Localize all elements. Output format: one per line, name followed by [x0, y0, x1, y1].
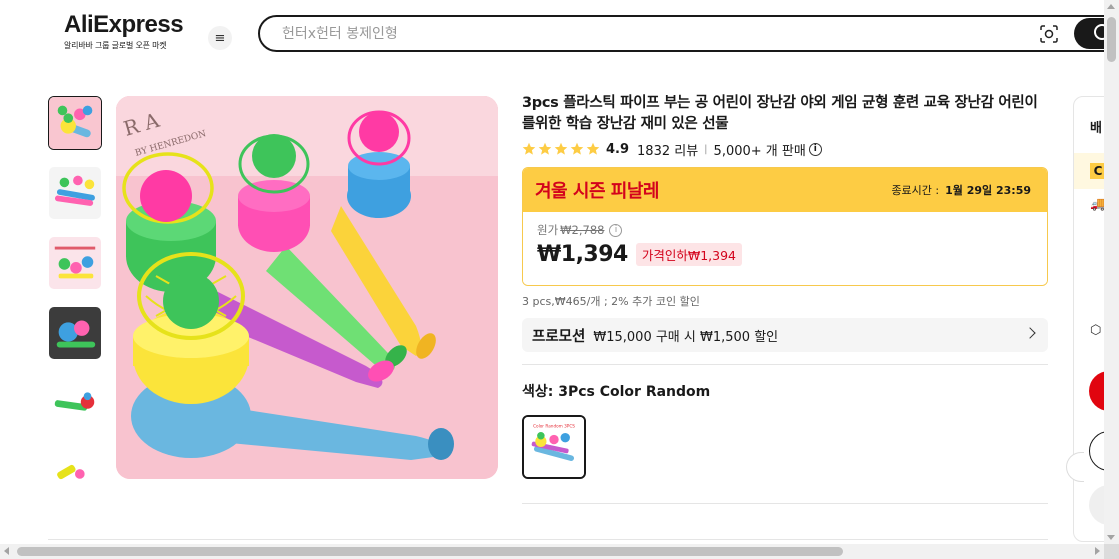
price-box: 겨울 시즌 피날레 종료시간 :1월 29일 23:59 원가 ₩2,788 i… — [522, 167, 1048, 286]
star-icon — [586, 142, 600, 155]
review-count[interactable]: 1832 리뷰 — [637, 140, 698, 159]
scroll-up-icon[interactable] — [1107, 4, 1115, 9]
vertical-scrollbar[interactable] — [1104, 0, 1119, 544]
current-price: ₩1,394 — [537, 242, 628, 267]
star-rating — [522, 142, 600, 156]
price-info-icon[interactable]: i — [609, 223, 623, 237]
thumbnail-4[interactable] — [48, 306, 102, 360]
panel-collapse-handle[interactable] — [1066, 452, 1084, 482]
package-icon: ⬡ — [1090, 323, 1102, 338]
scroll-left-icon[interactable] — [4, 547, 9, 555]
promo-name: 겨울 시즌 피날레 — [535, 181, 659, 202]
logo-subtitle: 알리바바 그룹 글로벌 오픈 마켓 — [64, 41, 167, 50]
color-swatch[interactable]: Color Random 3PCS — [522, 415, 586, 479]
current-price-row: ₩1,394 가격인하₩1,394 — [537, 242, 1033, 267]
promotion-label: 프로모션 — [532, 328, 586, 345]
star-icon — [522, 142, 536, 155]
star-icon — [554, 142, 568, 155]
scrollbar-corner — [1104, 544, 1119, 559]
scroll-down-icon[interactable] — [1107, 535, 1115, 540]
chevron-right-icon — [1024, 327, 1036, 339]
star-icon — [538, 142, 552, 155]
discount-badge: 가격인하₩1,394 — [635, 243, 743, 266]
section-divider — [48, 539, 1048, 540]
header: AliExpress 알리바바 그룹 글로벌 오픈 마켓 ≡ — [0, 0, 1119, 70]
thumbnail-3[interactable] — [48, 236, 102, 290]
thumbnail-1[interactable] — [48, 96, 102, 150]
color-label: 색상: 3Pcs Color Random — [522, 384, 711, 400]
thumbnail-6[interactable] — [48, 446, 102, 480]
rating-row: 4.9 1832 리뷰 | 5,000+ 개 판매 i — [522, 140, 1048, 159]
original-price: ₩2,788 — [560, 223, 605, 237]
product-info: 3pcs 플라스틱 파이프 부는 공 어린이 장난감 야외 게임 균형 훈련 교… — [522, 93, 1048, 504]
promo-end-time: 종료시간 :1월 29일 23:59 — [891, 184, 1031, 197]
blow-pipe-toy-image: R A BY HENREDON — [116, 96, 498, 479]
scroll-right-icon[interactable] — [1095, 547, 1100, 555]
divider — [522, 503, 1048, 504]
original-price-label: 원가 — [537, 223, 559, 237]
info-icon[interactable]: i — [808, 142, 822, 156]
search-input[interactable] — [282, 23, 982, 45]
divider — [522, 364, 1048, 365]
separator: | — [704, 143, 708, 155]
shipping-heading: 배 — [1090, 121, 1102, 136]
horizontal-scrollbar[interactable] — [0, 544, 1104, 559]
aliexpress-logo[interactable]: AliExpress 알리바바 그룹 글로벌 오픈 마켓 — [64, 12, 194, 51]
unit-price-note: 3 pcs,₩465/개 ; 2% 추가 코인 할인 — [522, 295, 700, 308]
promo-banner: 겨울 시즌 피날레 종료시간 :1월 29일 23:59 — [523, 168, 1047, 212]
menu-icon[interactable]: ≡ — [208, 26, 232, 50]
logo-text: AliExpress — [64, 11, 184, 38]
thumbnail-5[interactable] — [48, 376, 102, 430]
horizontal-scroll-thumb[interactable] — [17, 547, 843, 556]
promotion-text: ₩15,000 구매 시 ₩1,500 할인 — [593, 329, 779, 345]
promotion-row[interactable]: 프로모션 ₩15,000 구매 시 ₩1,500 할인 — [522, 318, 1048, 352]
price-body: 원가 ₩2,788 i ₩1,394 가격인하₩1,394 — [523, 212, 1047, 285]
sold-count: 5,000+ 개 판매 — [713, 143, 806, 159]
rating-value: 4.9 — [606, 141, 630, 157]
main-product-image[interactable]: R A BY HENREDON — [116, 96, 498, 479]
vertical-scroll-thumb[interactable] — [1107, 17, 1116, 62]
search-bar — [258, 15, 1119, 52]
thumbnail-list — [48, 96, 102, 480]
star-icon — [570, 142, 584, 155]
product-title: 3pcs 플라스틱 파이프 부는 공 어린이 장난감 야외 게임 균형 훈련 교… — [522, 95, 1038, 132]
original-price-row: 원가 ₩2,788 i — [537, 222, 1033, 238]
image-search-icon[interactable] — [1040, 25, 1058, 43]
thumbnail-2[interactable] — [48, 166, 102, 220]
swatch-caption: Color Random 3PCS — [533, 423, 575, 428]
